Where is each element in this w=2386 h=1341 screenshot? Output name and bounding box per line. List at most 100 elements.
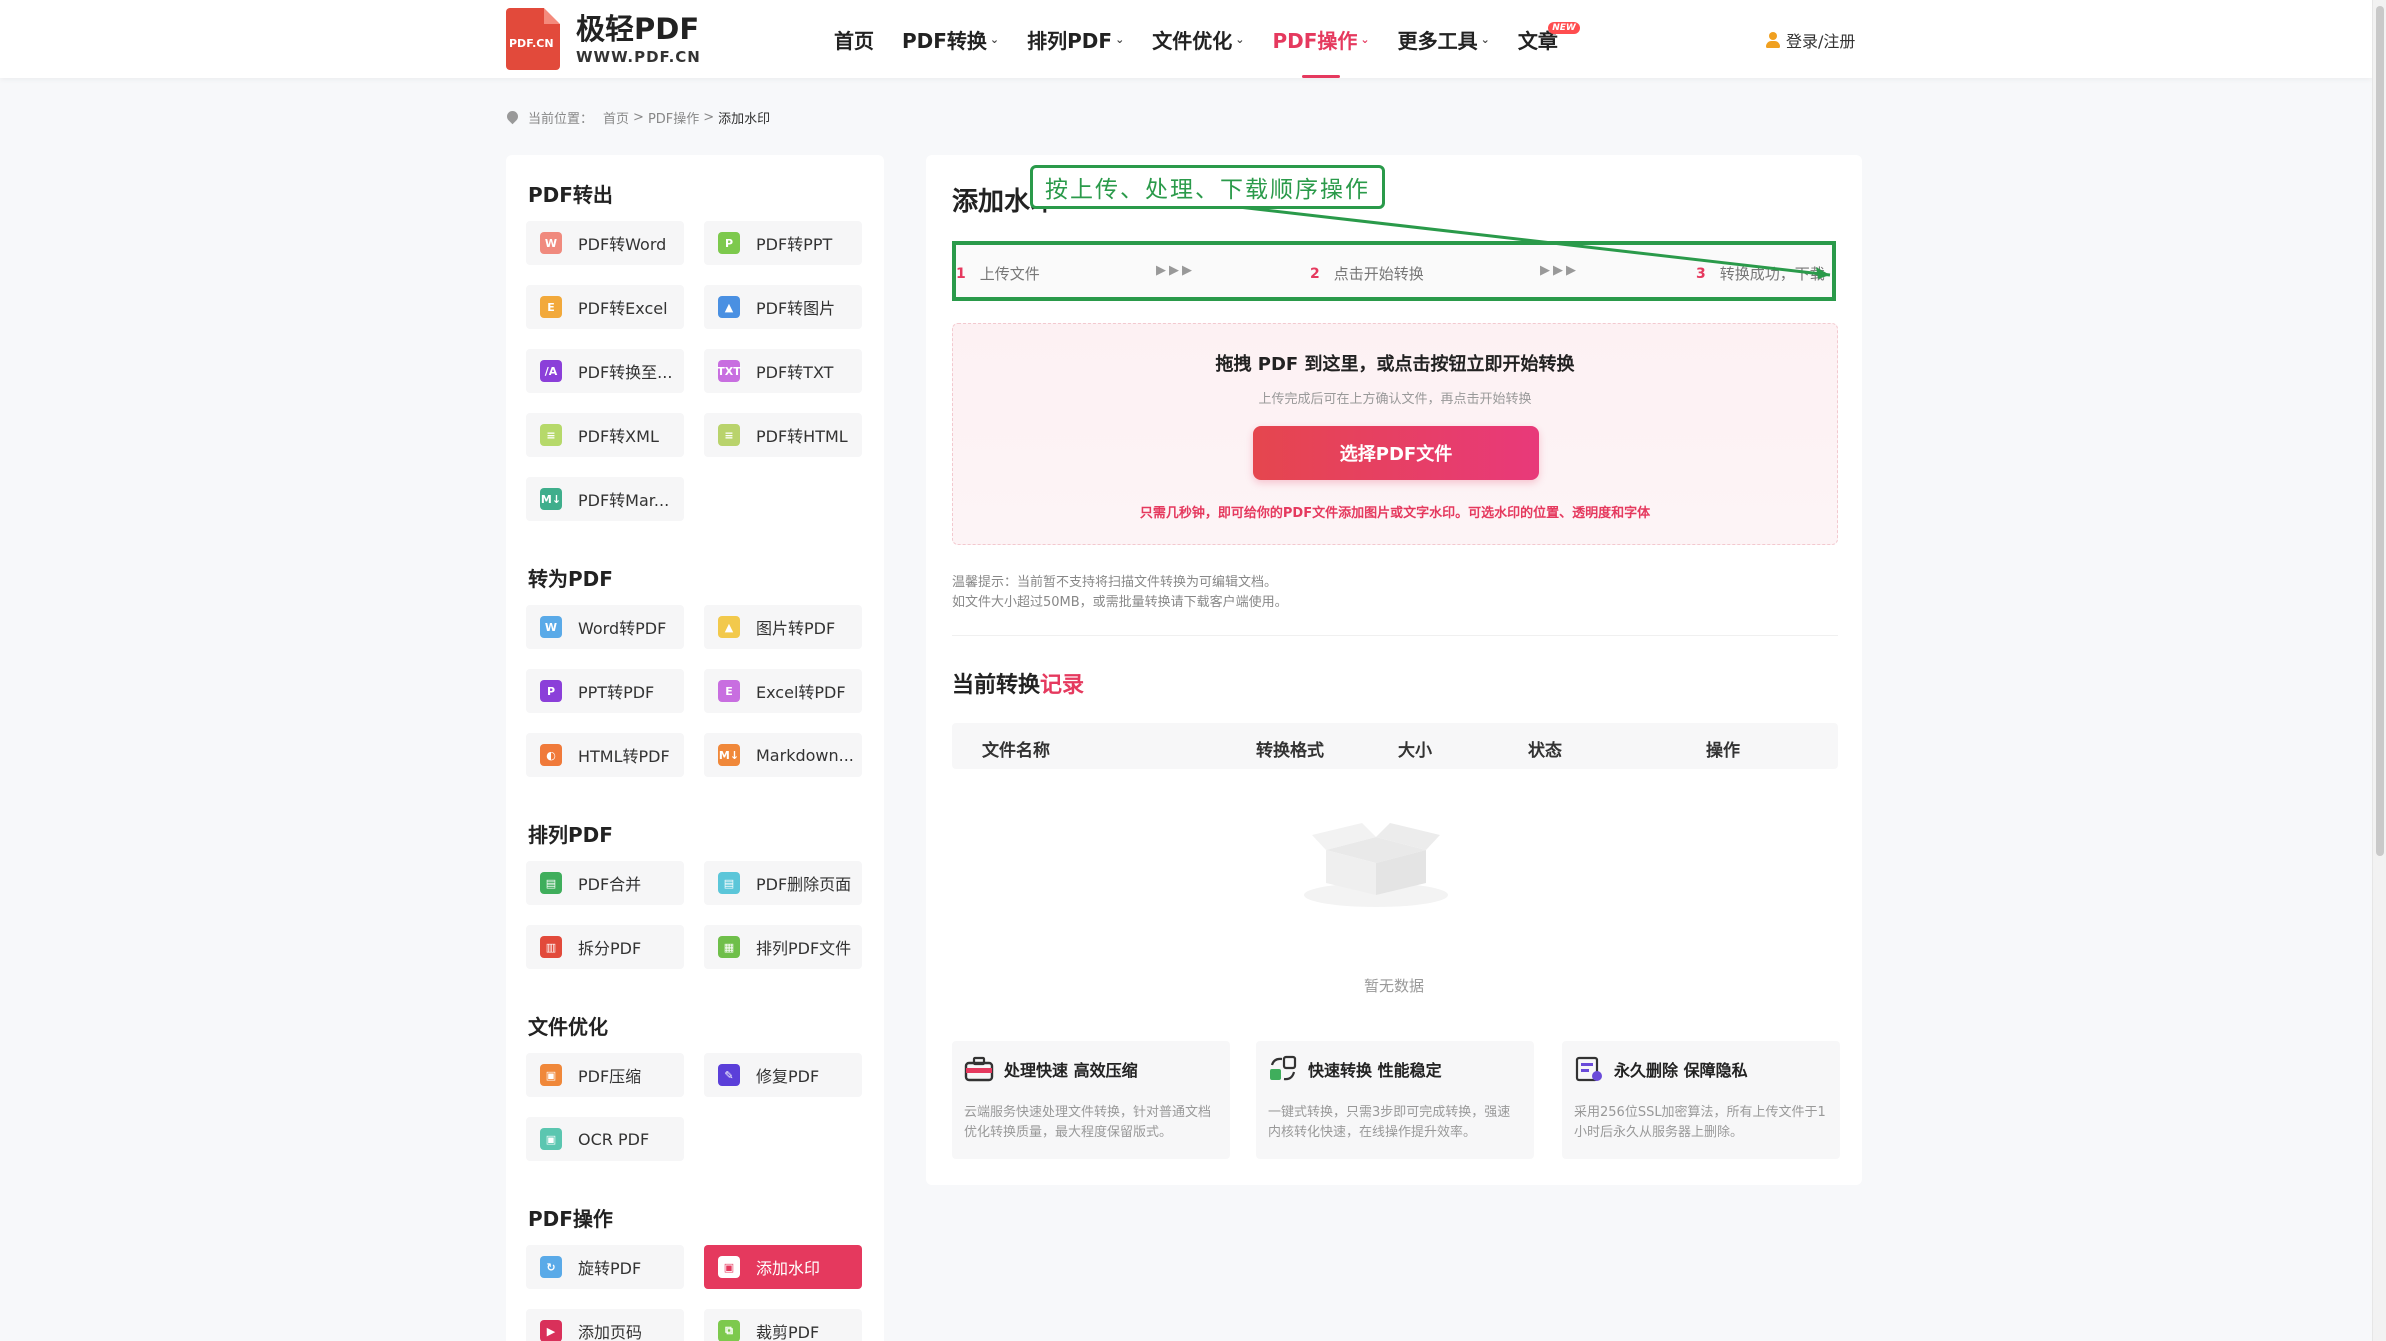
tool-pdf-mar[interactable]: M↓ PDF转Mar... bbox=[526, 477, 684, 521]
tool-ppt-pdf[interactable]: P PPT转PDF bbox=[526, 669, 684, 713]
upload-description: 只需几秒钟，即可给你的PDF文件添加图片或文字水印。可选水印的位置、透明度和字体 bbox=[1139, 506, 1651, 521]
tool-excel-pdf[interactable]: E Excel转PDF bbox=[704, 669, 862, 713]
tool-label: PDF转换至... bbox=[578, 363, 673, 382]
tool-pdf-excel[interactable]: E PDF转Excel bbox=[526, 285, 684, 329]
empty-text: 暂无数据 bbox=[1363, 977, 1424, 995]
logo-title: 极轻PDF bbox=[576, 12, 700, 46]
tool-icon: ≡ bbox=[540, 424, 562, 446]
feature-card-fast: 处理快速 高效压缩 云端服务快速处理文件转换，针对普通文档优化转换质量，最大程度… bbox=[952, 1041, 1230, 1159]
tool-pdf[interactable]: ✎ 修复PDF bbox=[704, 1053, 862, 1097]
tool-item[interactable]: ▶ 添加页码 bbox=[526, 1309, 684, 1341]
nav-file-optimize[interactable]: 文件优化 ⌄ bbox=[1152, 0, 1244, 78]
tool-pdf[interactable]: /A PDF转换至... bbox=[526, 349, 684, 393]
tool-pdf[interactable]: ⧉ 裁剪PDF bbox=[704, 1309, 862, 1341]
col-format: 转换格式 bbox=[1256, 741, 1324, 761]
steps-bar: 1 上传文件 ▶▶▶ 2 点击开始转换 ▶▶▶ 3 转换成功，下载 bbox=[952, 241, 1836, 301]
tool-pdf[interactable]: ▣ PDF压缩 bbox=[526, 1053, 684, 1097]
tool-label: 图片转PDF bbox=[756, 619, 836, 638]
tool-pdf[interactable]: ▤ PDF合并 bbox=[526, 861, 684, 905]
nav-articles[interactable]: 文章 NEW bbox=[1518, 0, 1580, 78]
nav-arrange-pdf[interactable]: 排列PDF ⌄ bbox=[1027, 0, 1124, 78]
tool-pdf-txt[interactable]: TXT PDF转TXT bbox=[704, 349, 862, 393]
tool-label: PDF转图片 bbox=[756, 299, 836, 318]
feature-card-privacy: 永久删除 保障隐私 采用256位SSL加密算法，所有上传文件于1小时后永久从服务… bbox=[1562, 1041, 1840, 1159]
category-title: 转为PDF bbox=[528, 567, 613, 591]
step-arrows-icon: ▶▶▶ bbox=[1156, 263, 1195, 278]
record-title: 当前转换记录 bbox=[952, 673, 1085, 698]
feature-card-stable: 快速转换 性能稳定 一键式转换，只需3步即可完成转换，强速内核转化快速，在线操作… bbox=[1256, 1041, 1534, 1159]
chevron-down-icon: ⌄ bbox=[989, 32, 1000, 46]
login-register-link[interactable]: 登录/注册 bbox=[1766, 28, 1855, 52]
tool-item[interactable]: ▣ 添加水印 bbox=[704, 1245, 862, 1289]
tool-label: Excel转PDF bbox=[756, 683, 846, 702]
tool-label: Markdown... bbox=[756, 745, 854, 765]
page-scrollbar[interactable] bbox=[2372, 0, 2386, 1341]
logo-subtitle: WWW.PDF.CN bbox=[576, 48, 701, 66]
tool-icon: ▲ bbox=[718, 616, 740, 638]
col-status: 状态 bbox=[1528, 741, 1562, 761]
tool-pdf[interactable]: ▲ 图片转PDF bbox=[704, 605, 862, 649]
col-actions: 操作 bbox=[1706, 741, 1740, 761]
category-title: PDF操作 bbox=[528, 1207, 613, 1231]
tool-pdf-html[interactable]: ≡ PDF转HTML bbox=[704, 413, 862, 457]
step-convert: 2 点击开始转换 bbox=[1310, 265, 1424, 283]
breadcrumb-home[interactable]: 首页 bbox=[603, 108, 629, 127]
tool-icon: ▥ bbox=[540, 936, 562, 958]
tool-pdf[interactable]: ▤ PDF删除页面 bbox=[704, 861, 862, 905]
tool-icon: ▣ bbox=[718, 1256, 740, 1278]
breadcrumb-current: 添加水印 bbox=[718, 112, 771, 127]
tool-icon: E bbox=[540, 296, 562, 318]
tool-icon: ▤ bbox=[540, 872, 562, 894]
location-pin-icon bbox=[507, 111, 518, 125]
tool-word-pdf[interactable]: W Word转PDF bbox=[526, 605, 684, 649]
upload-dropzone[interactable]: 拖拽 PDF 到这里，或点击按钮立即开始转换 上传完成后可在上方确认文件，再点击… bbox=[952, 323, 1838, 545]
step-arrows-icon: ▶▶▶ bbox=[1540, 263, 1579, 278]
select-pdf-button[interactable]: 选择PDF文件 bbox=[1253, 426, 1539, 480]
tool-label: 旋转PDF bbox=[578, 1259, 642, 1278]
nav-pdf-convert[interactable]: PDF转换 ⌄ bbox=[902, 0, 999, 78]
tool-html-pdf[interactable]: ◐ HTML转PDF bbox=[526, 733, 684, 777]
tool-pdf[interactable]: ▥ 拆分PDF bbox=[526, 925, 684, 969]
scrollbar-thumb[interactable] bbox=[2376, 6, 2384, 856]
tool-icon: ▦ bbox=[718, 936, 740, 958]
chevron-down-icon: ⌄ bbox=[1360, 32, 1370, 46]
tool-pdf-ppt[interactable]: P PDF转PPT bbox=[704, 221, 862, 265]
col-file-name: 文件名称 bbox=[982, 741, 1050, 761]
tool-icon: ⧉ bbox=[718, 1320, 740, 1341]
tool-pdf-xml[interactable]: ≡ PDF转XML bbox=[526, 413, 684, 457]
tool-label: 排列PDF文件 bbox=[756, 939, 852, 958]
tool-label: OCR PDF bbox=[578, 1129, 650, 1149]
tool-label: PDF转Mar... bbox=[578, 491, 670, 510]
tool-icon: ◐ bbox=[540, 744, 562, 766]
tool-pdf[interactable]: ▲ PDF转图片 bbox=[704, 285, 862, 329]
nav-more-tools[interactable]: 更多工具 ⌄ bbox=[1398, 0, 1490, 78]
breadcrumb: 当前位置： 首页 > PDF操作 > 添加水印 bbox=[507, 108, 770, 127]
tool-label: PDF转XML bbox=[578, 427, 659, 446]
step-upload: 1 上传文件 bbox=[956, 265, 1040, 283]
tool-label: 裁剪PDF bbox=[756, 1323, 820, 1341]
main-nav: 首页 PDF转换 ⌄ 排列PDF ⌄ 文件优化 ⌄ PDF操作 ⌄ 更多工具 ⌄ 文章 NE… bbox=[820, 0, 1580, 78]
tool-label: PDF转Word bbox=[578, 235, 667, 254]
convert-icon bbox=[1270, 1055, 1297, 1081]
tool-pdf[interactable]: ▦ 排列PDF文件 bbox=[704, 925, 862, 969]
breadcrumb-pdf-operations[interactable]: PDF操作 bbox=[648, 108, 699, 127]
tool-label: 添加水印 bbox=[756, 1259, 821, 1278]
tool-pdf-word[interactable]: W PDF转Word bbox=[526, 221, 684, 265]
tool-icon: ✎ bbox=[718, 1064, 740, 1086]
site-logo[interactable]: PDF.CN 极轻PDF WWW.PDF.CN bbox=[506, 8, 701, 70]
tool-icon: ≡ bbox=[718, 424, 740, 446]
tool-label: 修复PDF bbox=[756, 1067, 820, 1086]
chevron-down-icon: ⌄ bbox=[1115, 32, 1125, 46]
tool-icon: ▣ bbox=[540, 1128, 562, 1150]
tool-label: PDF转TXT bbox=[756, 363, 834, 382]
tool-label: PDF转PPT bbox=[756, 235, 833, 254]
tool-label: PDF转Excel bbox=[578, 299, 668, 318]
tool-icon: E bbox=[718, 680, 740, 702]
nav-pdf-operations[interactable]: PDF操作 ⌄ bbox=[1273, 0, 1370, 78]
top-header: PDF.CN 极轻PDF WWW.PDF.CN 首页 PDF转换 ⌄ 排列PDF ⌄… bbox=[0, 0, 2372, 78]
tool-markdown[interactable]: M↓ Markdown... bbox=[704, 733, 862, 777]
annotation-label: 按上传、处理、下载顺序操作 bbox=[1030, 165, 1385, 209]
nav-home[interactable]: 首页 bbox=[834, 0, 874, 78]
tool-pdf[interactable]: ↻ 旋转PDF bbox=[526, 1245, 684, 1289]
tool-ocr-pdf[interactable]: ▣ OCR PDF bbox=[526, 1117, 684, 1161]
